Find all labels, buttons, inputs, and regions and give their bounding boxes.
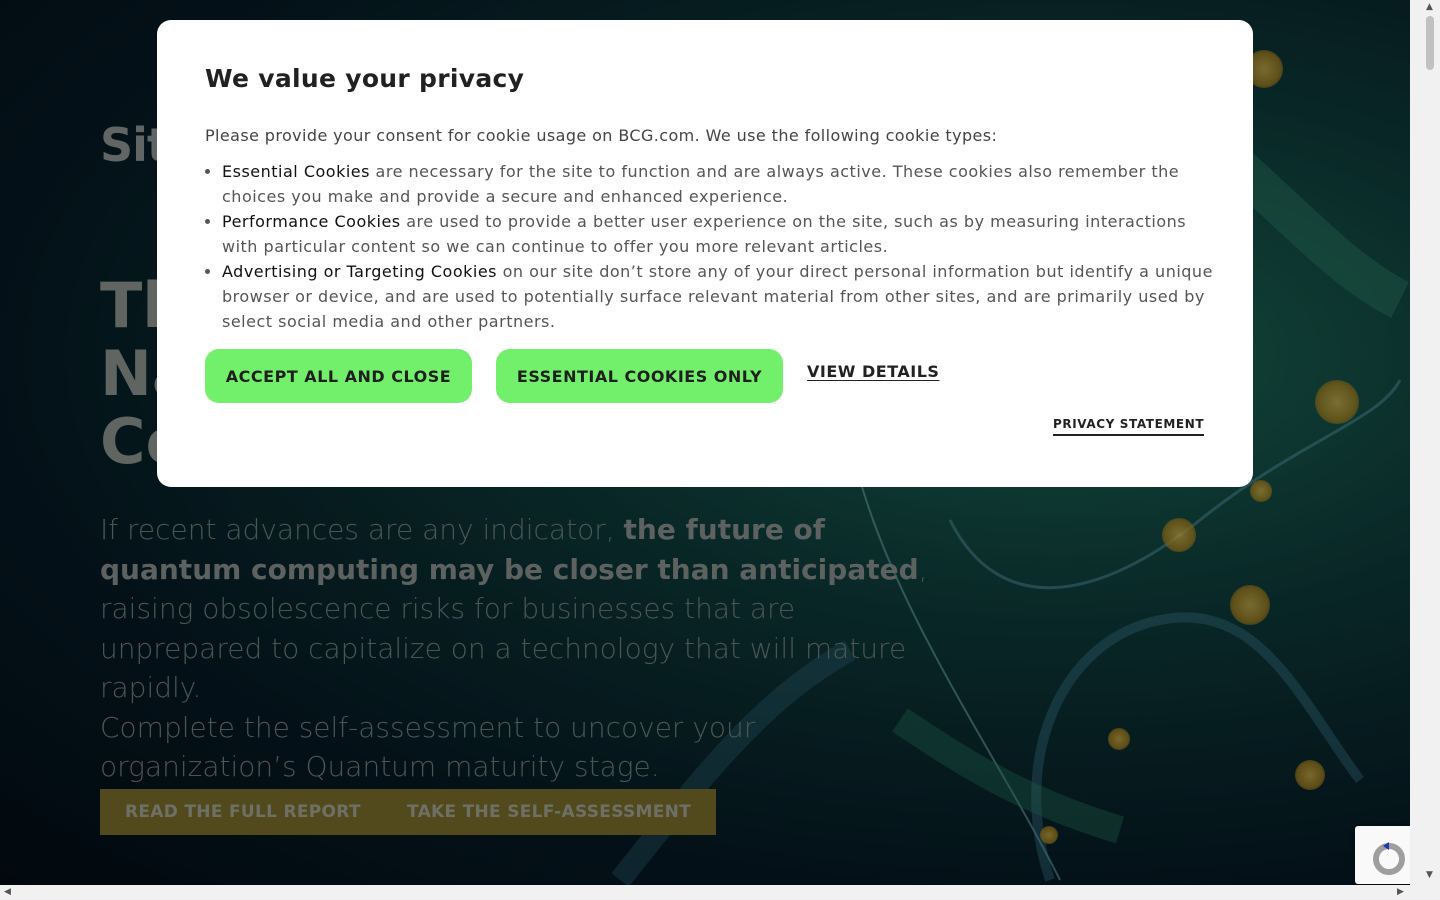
cookie-consent-dialog: We value your privacy Please provide you… xyxy=(157,20,1253,487)
dialog-title: We value your privacy xyxy=(205,64,525,93)
recaptcha-icon xyxy=(1373,842,1405,875)
view-details-link[interactable]: VIEW DETAILS xyxy=(807,362,939,381)
list-item: Advertising or Targeting Cookies on our … xyxy=(222,259,1222,334)
page-background: Site Th Na Co If recent advances are any… xyxy=(0,0,1410,885)
scrollbar-corner xyxy=(1410,885,1440,900)
scroll-right-icon[interactable]: ▶ xyxy=(1397,887,1404,897)
vertical-scrollbar[interactable]: ▲ ▼ xyxy=(1410,0,1440,885)
cookie-type-name: Essential Cookies xyxy=(222,162,370,181)
scroll-left-icon[interactable]: ◀ xyxy=(4,887,11,897)
cookie-types-list: Essential Cookies are necessary for the … xyxy=(205,159,1222,334)
scroll-up-icon[interactable]: ▲ xyxy=(1426,2,1433,12)
scroll-down-icon[interactable]: ▼ xyxy=(1426,870,1433,880)
dialog-intro: Please provide your consent for cookie u… xyxy=(205,126,998,145)
horizontal-scrollbar[interactable]: ◀ ▶ xyxy=(0,885,1410,900)
privacy-statement-link[interactable]: PRIVACY STATEMENT xyxy=(1053,417,1205,436)
cookie-type-name: Advertising or Targeting Cookies xyxy=(222,262,498,281)
recaptcha-badge[interactable] xyxy=(1355,826,1410,884)
accept-all-button[interactable]: ACCEPT ALL AND CLOSE xyxy=(205,349,472,403)
essential-only-button[interactable]: ESSENTIAL COOKIES ONLY xyxy=(496,349,783,403)
scrollbar-thumb[interactable] xyxy=(1426,16,1434,70)
list-item: Essential Cookies are necessary for the … xyxy=(222,159,1222,209)
cookie-type-name: Performance Cookies xyxy=(222,212,401,231)
list-item: Performance Cookies are used to provide … xyxy=(222,209,1222,259)
